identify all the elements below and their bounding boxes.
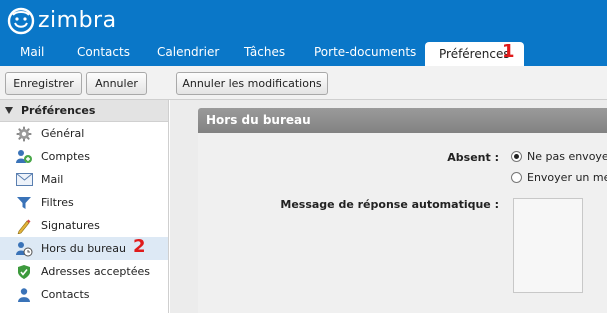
annotation-marker-1: 1 bbox=[502, 41, 515, 62]
sidebar-item-signatures[interactable]: Signatures bbox=[0, 214, 168, 237]
radio-label: Envoyer un mes bbox=[527, 171, 607, 184]
contact-icon bbox=[15, 286, 33, 304]
auto-reply-label: Message de réponse automatique : bbox=[280, 198, 499, 211]
sidebar-item-label: Filtres bbox=[41, 196, 74, 209]
radio-label: Ne pas envoyer bbox=[527, 150, 607, 163]
preferences-sidebar: Préférences Général Comptes Mail Filtres… bbox=[0, 100, 169, 313]
section-title: Hors du bureau bbox=[198, 108, 607, 133]
toolbar: Enregistrer Annuler Annuler les modifica… bbox=[0, 66, 607, 100]
annotation-marker-2: 2 bbox=[133, 236, 146, 257]
zimbra-smile-icon bbox=[7, 7, 35, 35]
tab-mail[interactable]: Mail bbox=[20, 40, 44, 66]
sidebar-item-label: Comptes bbox=[41, 150, 90, 163]
cancel-button[interactable]: Annuler bbox=[86, 72, 147, 95]
tab-documents[interactable]: Porte-documents bbox=[314, 40, 416, 66]
absent-label: Absent : bbox=[447, 151, 499, 164]
radio-button-selected[interactable] bbox=[511, 151, 522, 162]
accounts-icon bbox=[15, 148, 33, 166]
out-of-office-icon bbox=[15, 240, 33, 258]
collapse-caret-icon[interactable] bbox=[5, 107, 13, 114]
gear-icon bbox=[15, 125, 33, 143]
sidebar-item-filters[interactable]: Filtres bbox=[0, 191, 168, 214]
logo-text: zimbra bbox=[38, 7, 117, 33]
sidebar-item-label: Adresses acceptées bbox=[41, 265, 150, 278]
sidebar-item-accounts[interactable]: Comptes bbox=[0, 145, 168, 168]
shield-check-icon bbox=[15, 263, 33, 281]
filter-icon bbox=[15, 194, 33, 212]
sidebar-item-label: Général bbox=[41, 127, 85, 140]
sidebar-header-label: Préférences bbox=[21, 104, 96, 117]
sidebar-item-contacts[interactable]: Contacts bbox=[0, 283, 168, 306]
top-header: zimbra Mail Contacts Calendrier Tâches P… bbox=[0, 0, 607, 66]
main-content: Hors du bureau Absent : Ne pas envoyer E… bbox=[170, 100, 607, 313]
zimbra-logo[interactable]: zimbra bbox=[6, 4, 117, 38]
app-tabs: Mail Contacts Calendrier Tâches Porte-do… bbox=[0, 40, 607, 66]
sidebar-item-label: Contacts bbox=[41, 288, 90, 301]
sidebar-item-general[interactable]: Général bbox=[0, 122, 168, 145]
auto-reply-textarea[interactable] bbox=[513, 198, 583, 293]
save-button[interactable]: Enregistrer bbox=[5, 72, 82, 95]
sidebar-item-label: Mail bbox=[41, 173, 64, 186]
undo-changes-button[interactable]: Annuler les modifications bbox=[176, 72, 328, 95]
sidebar-item-out-of-office[interactable]: Hors du bureau 2 bbox=[0, 236, 168, 260]
radio-no-send[interactable]: Ne pas envoyer bbox=[511, 150, 607, 163]
mail-icon bbox=[15, 171, 33, 189]
tab-contacts[interactable]: Contacts bbox=[77, 40, 130, 66]
radio-send[interactable]: Envoyer un mes bbox=[511, 171, 607, 184]
sidebar-item-mail[interactable]: Mail bbox=[0, 168, 168, 191]
sidebar-item-label: Hors du bureau bbox=[41, 242, 126, 255]
sidebar-item-accepted-addresses[interactable]: Adresses acceptées bbox=[0, 260, 168, 283]
sidebar-header[interactable]: Préférences bbox=[0, 100, 168, 122]
radio-button[interactable] bbox=[511, 172, 522, 183]
tab-tasks[interactable]: Tâches bbox=[244, 40, 285, 66]
sidebar-item-label: Signatures bbox=[41, 219, 100, 232]
signature-icon bbox=[15, 217, 33, 235]
tab-calendar[interactable]: Calendrier bbox=[157, 40, 219, 66]
